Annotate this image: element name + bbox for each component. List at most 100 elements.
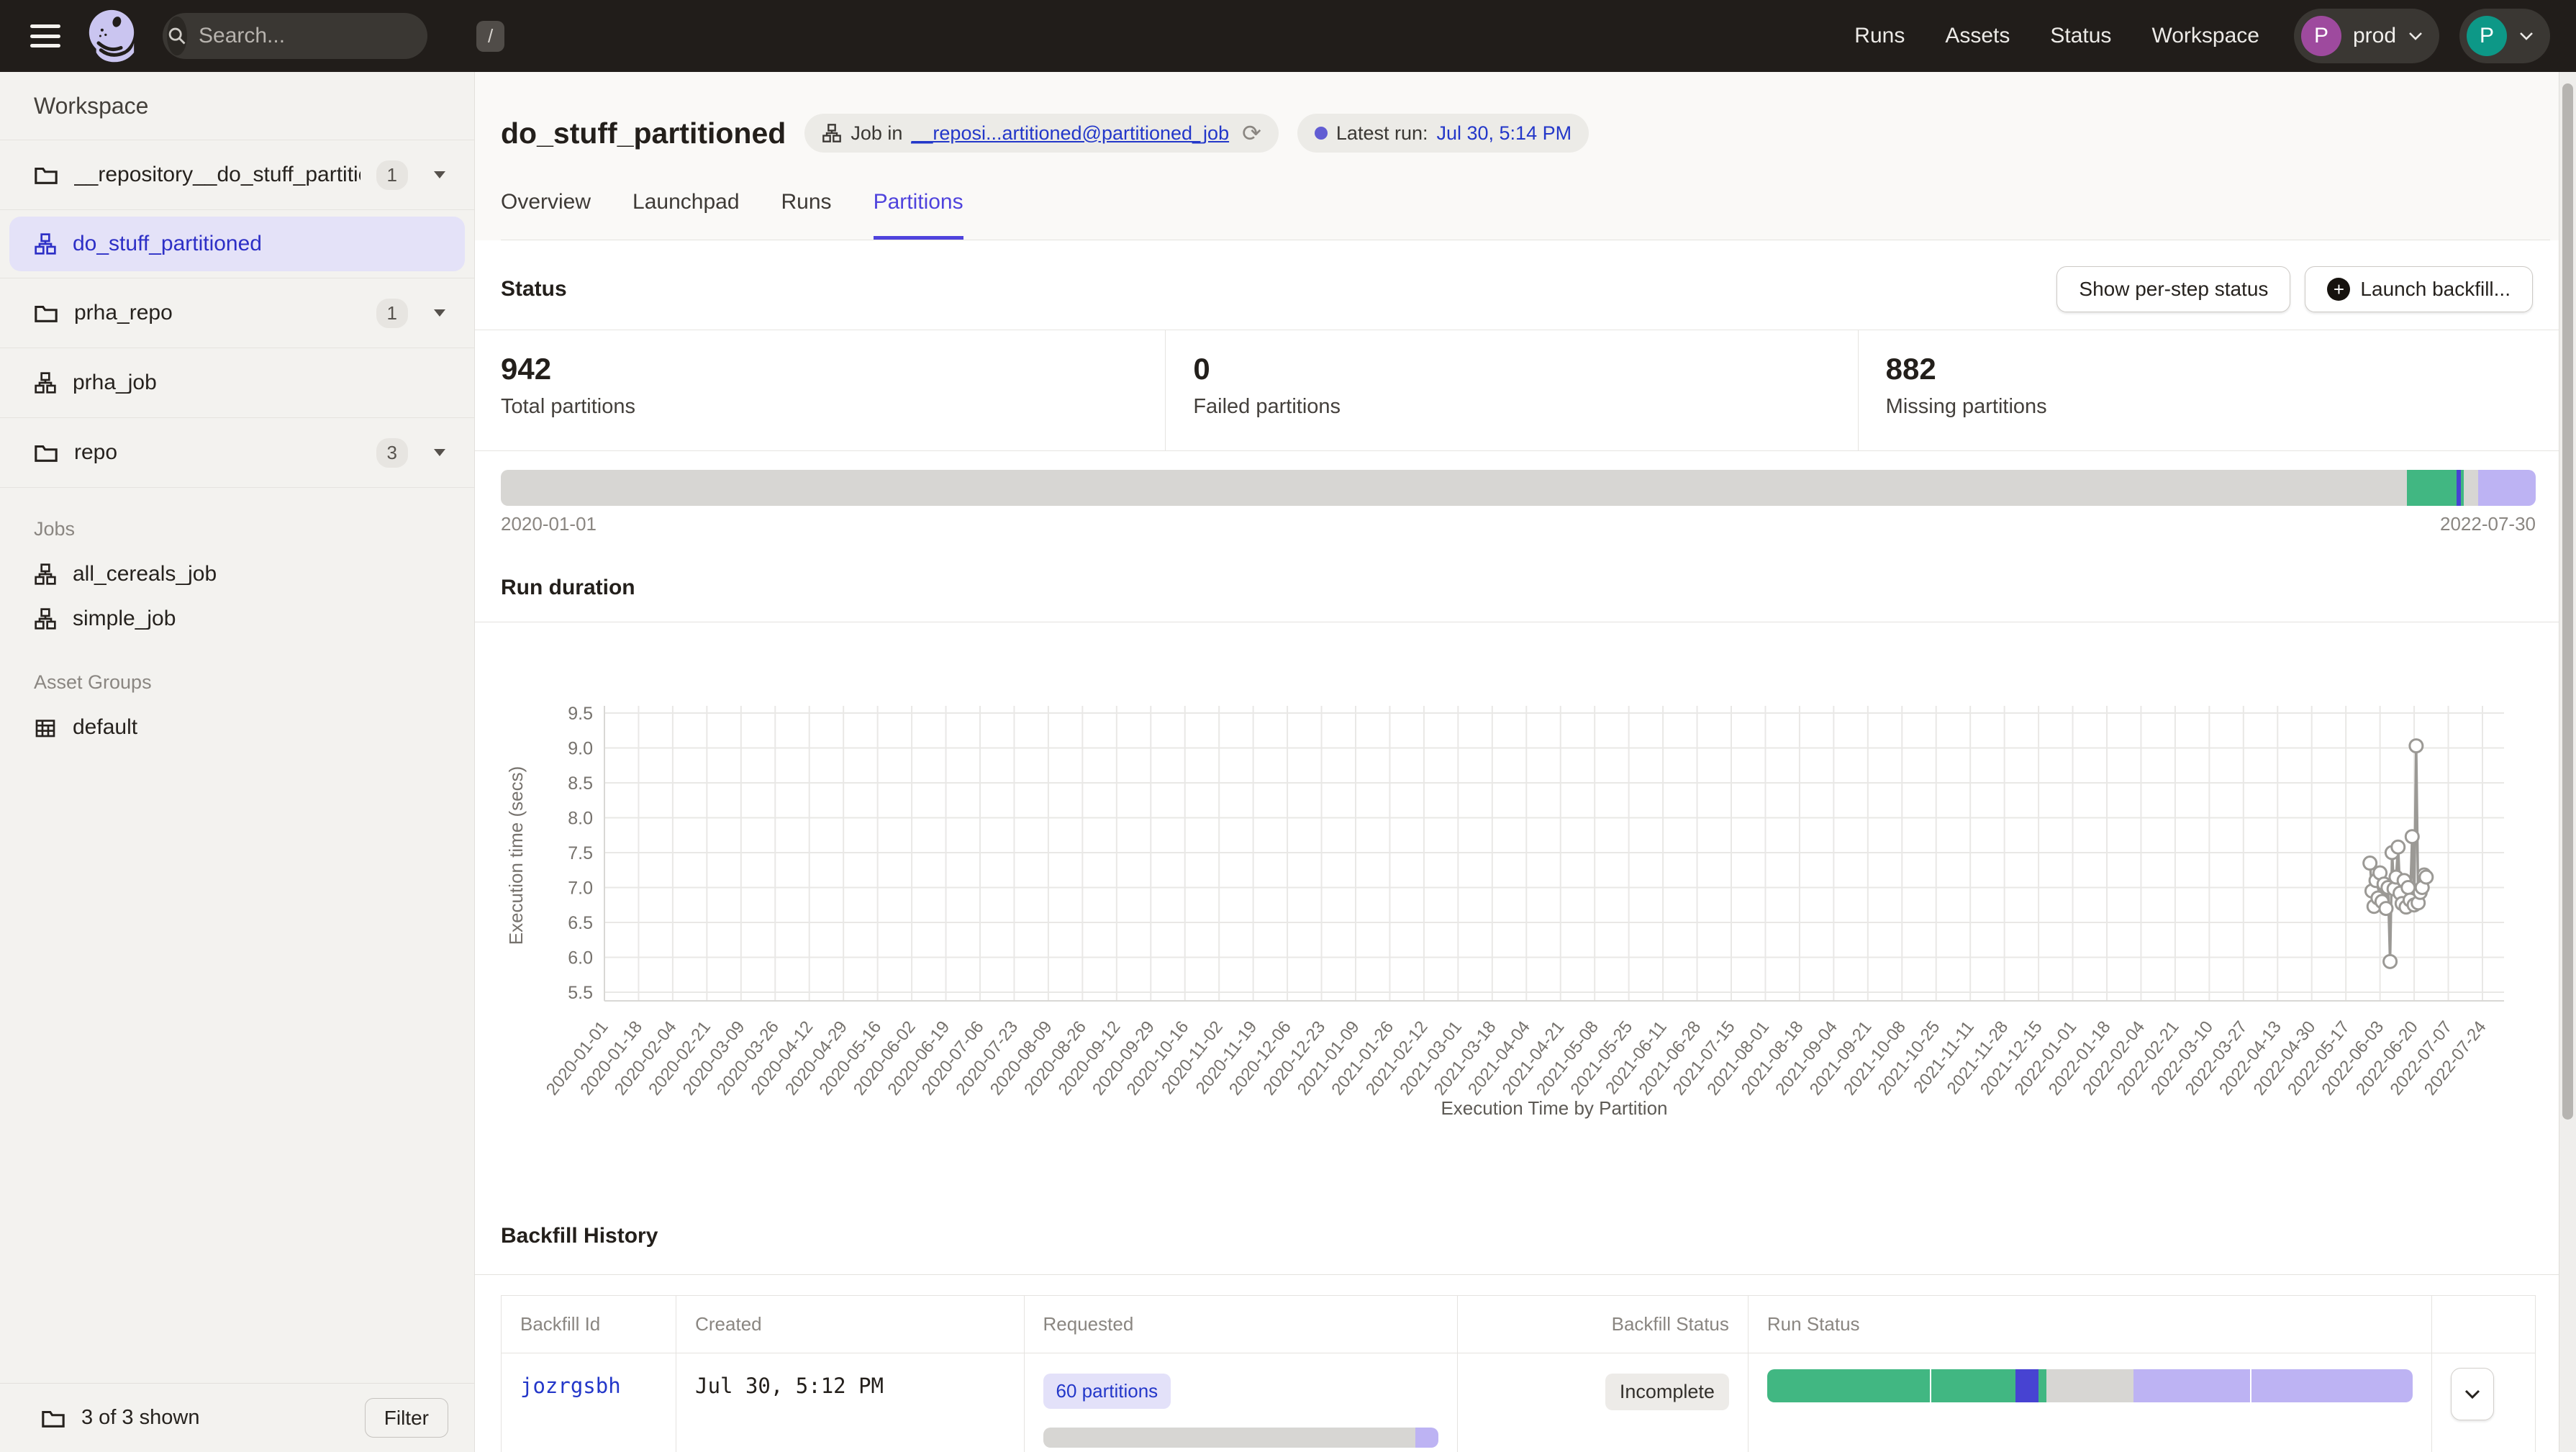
nav-status[interactable]: Status: [2050, 24, 2111, 48]
sidebar-repo-item[interactable]: __repository__do_stuff_partitio... 1: [0, 140, 474, 210]
col-actions: [2431, 1296, 2535, 1353]
sidebar-repo-item[interactable]: prha_repo 1: [0, 278, 474, 348]
requested-partitions-tag: 60 partitions: [1043, 1374, 1171, 1409]
folder-icon: [34, 164, 58, 186]
top-navigation: Runs Assets Status Workspace: [1854, 24, 2259, 48]
topbar: / Runs Assets Status Workspace P prod P: [0, 0, 2576, 72]
plus-icon: +: [2327, 278, 2350, 301]
chevron-down-icon: [2464, 1389, 2481, 1399]
global-search[interactable]: /: [163, 13, 427, 59]
refresh-icon[interactable]: ⟳: [1242, 119, 1261, 147]
sidebar-item-default-asset-group[interactable]: default: [0, 705, 474, 750]
folder-icon: [34, 442, 58, 463]
show-per-step-status-button[interactable]: Show per-step status: [2056, 266, 2290, 312]
nav-assets[interactable]: Assets: [1945, 24, 2010, 48]
partition-status-bar-block: 2020-01-01 2022-07-30: [475, 451, 2576, 535]
caret-down-icon[interactable]: [434, 449, 445, 456]
workspace-sidebar: Workspace __repository__do_stuff_partiti…: [0, 72, 475, 1452]
col-backfill-id: Backfill Id: [502, 1296, 676, 1353]
job-icon: [34, 563, 57, 586]
launch-backfill-button[interactable]: + Launch backfill...: [2305, 266, 2533, 312]
caret-down-icon[interactable]: [434, 171, 445, 178]
sidebar-title: Workspace: [0, 72, 474, 140]
page-scrollbar[interactable]: [2559, 72, 2576, 1452]
deployment-switcher[interactable]: P prod: [2294, 9, 2439, 63]
svg-text:8.5: 8.5: [568, 773, 593, 794]
caret-down-icon[interactable]: [434, 309, 445, 317]
hamburger-menu-icon[interactable]: [29, 22, 62, 50]
sidebar-item-all-cereals-job[interactable]: all_cereals_job: [0, 552, 474, 596]
sidebar-footer: 3 of 3 shown Filter: [0, 1383, 474, 1452]
tab-overview[interactable]: Overview: [501, 190, 591, 240]
partition-status-bar[interactable]: [501, 470, 2536, 506]
latest-run-label: Latest run:: [1336, 122, 1428, 145]
chevron-down-icon: [2518, 31, 2534, 41]
status-heading: Status: [501, 277, 567, 301]
run-duration-chart: 5.56.06.57.07.58.08.59.09.52020-01-01202…: [475, 622, 2559, 1186]
run-duration-heading: Run duration: [501, 576, 2550, 600]
nav-runs[interactable]: Runs: [1854, 24, 1905, 48]
repo-count-badge: 1: [376, 299, 408, 328]
sidebar-job-item[interactable]: prha_job: [0, 348, 474, 418]
repo-count-summary: 3 of 3 shown: [81, 1406, 199, 1430]
run-status-dot-icon: [1315, 127, 1328, 140]
col-run-status: Run Status: [1748, 1296, 2431, 1353]
run-duration-section-header: Run duration: [475, 535, 2576, 622]
col-requested: Requested: [1024, 1296, 1457, 1353]
sidebar-item-do-stuff-partitioned[interactable]: do_stuff_partitioned: [9, 217, 465, 271]
job-label: prha_job: [73, 371, 445, 395]
job-origin-link[interactable]: __reposi...artitioned@partitioned_job: [911, 122, 1229, 145]
user-menu[interactable]: P: [2459, 9, 2550, 63]
backfill-table: Backfill Id Created Requested Backfill S…: [501, 1295, 2536, 1452]
col-created: Created: [676, 1296, 1024, 1353]
sidebar-item-simple-job[interactable]: simple_job: [0, 596, 474, 641]
job-label: do_stuff_partitioned: [73, 232, 262, 256]
svg-text:8.0: 8.0: [568, 809, 593, 829]
repo-label: prha_repo: [74, 301, 360, 325]
stat-label: Total partitions: [501, 395, 1165, 419]
repo-count-badge: 3: [376, 438, 408, 468]
col-backfill-status: Backfill Status: [1457, 1296, 1748, 1353]
main-content: do_stuff_partitioned Job in __reposi...a…: [475, 72, 2576, 1452]
latest-run-link[interactable]: Jul 30, 5:14 PM: [1436, 122, 1572, 145]
svg-text:6.5: 6.5: [568, 913, 593, 933]
backfill-created: Jul 30, 5:12 PM: [695, 1374, 884, 1398]
svg-text:5.5: 5.5: [568, 983, 593, 1003]
job-header: do_stuff_partitioned Job in __reposi...a…: [475, 72, 2576, 240]
partition-stats: 942 Total partitions 0 Failed partitions…: [475, 330, 2576, 451]
svg-text:7.5: 7.5: [568, 843, 593, 863]
repo-label: __repository__do_stuff_partitio...: [74, 163, 360, 187]
stat-value: 942: [501, 352, 1165, 386]
backfill-heading: Backfill History: [501, 1224, 2550, 1248]
stat-missing-partitions: 882 Missing partitions: [1858, 330, 2550, 450]
backfill-table-wrap: Backfill Id Created Requested Backfill S…: [475, 1275, 2576, 1452]
tab-runs[interactable]: Runs: [781, 190, 832, 240]
svg-text:7.0: 7.0: [568, 879, 593, 899]
folder-icon: [34, 302, 58, 324]
jobs-section-label: Jobs: [0, 488, 474, 552]
scrollbar-thumb[interactable]: [2562, 83, 2573, 1120]
tab-launchpad[interactable]: Launchpad: [632, 190, 739, 240]
dagster-logo-icon[interactable]: [82, 6, 141, 65]
sidebar-repo-item[interactable]: repo 3: [0, 418, 474, 488]
deployment-label: prod: [2353, 24, 2396, 48]
search-shortcut-badge: /: [476, 21, 504, 52]
requested-progress-bar: [1043, 1428, 1438, 1448]
table-row: jozrgsbh Jul 30, 5:12 PM 60 partitions 2…: [502, 1353, 2536, 1452]
filter-button[interactable]: Filter: [365, 1398, 448, 1438]
user-avatar: P: [2467, 16, 2507, 56]
search-input[interactable]: [187, 24, 476, 48]
backfill-id-link[interactable]: jozrgsbh: [520, 1374, 621, 1398]
expand-row-button[interactable]: [2451, 1368, 2494, 1420]
nav-workspace[interactable]: Workspace: [2151, 24, 2259, 48]
svg-text:6.0: 6.0: [568, 948, 593, 968]
run-status-bar[interactable]: [1767, 1369, 2413, 1402]
job-label: simple_job: [73, 607, 176, 631]
partition-range-end: 2022-07-30: [2440, 513, 2536, 535]
stat-value: 882: [1886, 352, 2550, 386]
chevron-down-icon: [2408, 31, 2423, 41]
backfill-status-badge: Incomplete: [1605, 1374, 1729, 1410]
search-icon: [167, 17, 187, 55]
tab-partitions[interactable]: Partitions: [874, 190, 963, 240]
latest-run-tag: Latest run: Jul 30, 5:14 PM: [1297, 114, 1589, 153]
